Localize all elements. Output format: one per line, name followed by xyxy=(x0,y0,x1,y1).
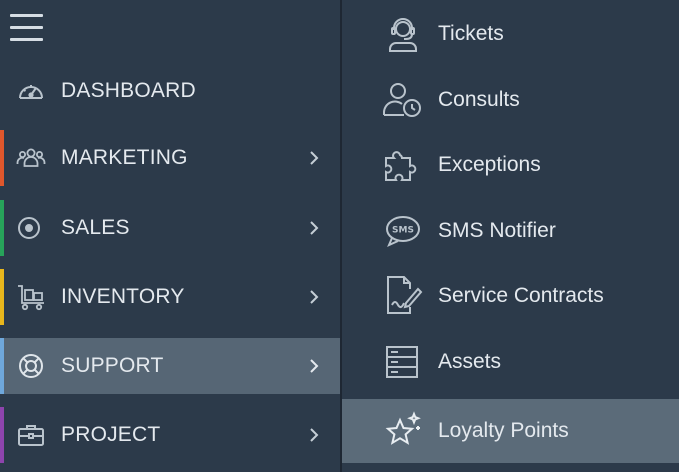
submenu-item-label: Loyalty Points xyxy=(438,419,569,442)
hamburger-line xyxy=(10,38,43,41)
submenu-item-label: Service Contracts xyxy=(438,284,604,307)
submenu-item-exceptions[interactable]: Exceptions xyxy=(342,135,679,195)
sidebar-item-accent xyxy=(0,407,4,463)
chevron-right-icon xyxy=(310,221,319,235)
sidebar-item-accent xyxy=(0,338,4,394)
app-root: DASHBOARD MARKETING SALES INVENTORY SUPP… xyxy=(0,0,679,472)
submenu-item-label: Assets xyxy=(438,350,502,373)
submenu-item-sms-notifier[interactable]: SMS SMS Notifier xyxy=(342,201,679,261)
sidebar-item-label: MARKETING xyxy=(61,146,188,169)
submenu-item-label: Consults xyxy=(438,88,520,111)
submenu-item-assets[interactable]: Assets xyxy=(342,332,679,392)
sidebar: DASHBOARD MARKETING SALES INVENTORY SUPP… xyxy=(0,0,340,472)
submenu-item-service-contracts[interactable]: Service Contracts xyxy=(342,266,679,326)
svg-text:SMS: SMS xyxy=(392,226,414,236)
sidebar-item-project[interactable]: PROJECT xyxy=(0,407,340,463)
chevron-right-icon xyxy=(310,359,319,373)
sidebar-item-sales[interactable]: SALES xyxy=(0,200,340,256)
sidebar-item-accent xyxy=(0,269,4,325)
user-clock-icon xyxy=(382,79,424,121)
chevron-right-icon xyxy=(310,151,319,165)
hamburger-line xyxy=(10,14,43,17)
headset-agent-icon xyxy=(382,13,424,55)
support-submenu: Tickets Consults Exceptions SMS SMS Noti… xyxy=(342,0,679,472)
hamburger-menu-icon[interactable] xyxy=(8,12,46,44)
submenu-item-tickets[interactable]: Tickets xyxy=(342,4,679,64)
signed-document-icon xyxy=(382,275,424,317)
sidebar-item-label: SALES xyxy=(61,216,130,239)
sidebar-item-accent xyxy=(0,130,4,186)
people-group-icon xyxy=(16,143,46,173)
submenu-item-loyalty-points[interactable]: Loyalty Points xyxy=(342,399,679,463)
chevron-right-icon xyxy=(310,428,319,442)
submenu-item-consults[interactable]: Consults xyxy=(342,70,679,130)
sidebar-item-label: SUPPORT xyxy=(61,354,164,377)
sidebar-item-dashboard[interactable]: DASHBOARD xyxy=(0,63,340,119)
sidebar-item-support[interactable]: SUPPORT xyxy=(0,338,340,394)
briefcase-icon xyxy=(16,420,46,450)
server-stack-icon xyxy=(382,341,424,383)
sidebar-item-inventory[interactable]: INVENTORY xyxy=(0,269,340,325)
puzzle-piece-icon xyxy=(382,144,424,186)
submenu-item-label: Tickets xyxy=(438,22,504,45)
hamburger-line xyxy=(10,26,43,29)
sms-bubble-icon: SMS xyxy=(382,210,424,252)
sidebar-item-label: PROJECT xyxy=(61,423,161,446)
sidebar-item-accent xyxy=(0,63,4,119)
sparkle-star-icon xyxy=(382,410,424,452)
sidebar-item-label: INVENTORY xyxy=(61,285,185,308)
sidebar-item-label: DASHBOARD xyxy=(61,79,196,102)
sidebar-item-accent xyxy=(0,200,4,256)
hand-truck-icon xyxy=(16,282,46,312)
lifebuoy-icon xyxy=(16,351,46,381)
sidebar-item-marketing[interactable]: MARKETING xyxy=(0,130,340,186)
submenu-item-label: Exceptions xyxy=(438,153,541,176)
dashboard-gauge-icon xyxy=(16,76,46,106)
chevron-right-icon xyxy=(310,290,319,304)
submenu-item-label: SMS Notifier xyxy=(438,219,556,242)
target-circle-icon xyxy=(16,213,46,243)
